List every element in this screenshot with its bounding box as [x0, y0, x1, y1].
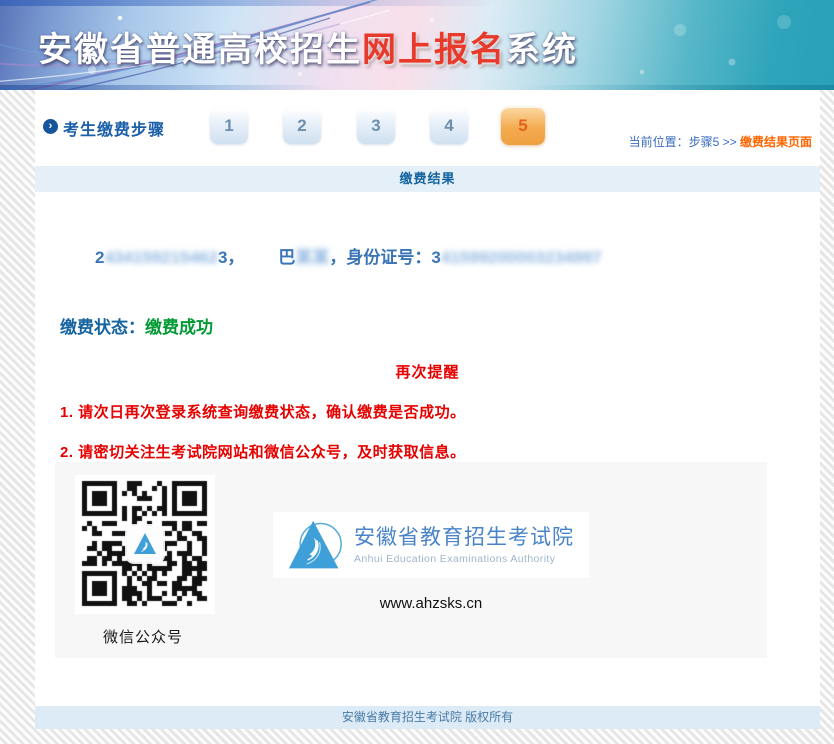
banner: 安徽省普通高校招生网上报名系统 — [0, 0, 834, 90]
payment-status-line: 缴费状态：缴费成功 — [60, 313, 213, 338]
wechat-qr-box — [75, 475, 215, 614]
step-indicator-3: 3 — [357, 108, 395, 144]
page-title-part2: 系统 — [506, 31, 578, 69]
reminder-item-1: 1. 请次日再次登录系统查询缴费状态，确认缴费是否成功。 — [60, 401, 466, 422]
page-title: 安徽省普通高校招生网上报名系统 — [38, 22, 578, 71]
step-indicator-1: 1 — [210, 108, 248, 144]
candidate-name-redacted: 某某 — [295, 248, 329, 267]
breadcrumb-prefix: 当前位置：步骤5 >> — [629, 135, 737, 149]
section-title-payment-result: 缴费结果 — [35, 166, 820, 192]
reminder-item-2: 2. 请密切关注生考试院网站和微信公众号，及时获取信息。 — [60, 441, 466, 462]
page-title-highlight: 网上报名 — [362, 31, 506, 69]
organization-name-en: Anhui Education Examinations Authority — [354, 553, 574, 565]
id-number-visible: 3 — [431, 248, 440, 267]
organization-logo-box: 安徽省教育招生考试院 Anhui Education Examinations … — [273, 512, 589, 578]
reminder-title: 再次提醒 — [35, 361, 820, 382]
steps-label: 考生缴费步骤 — [63, 116, 165, 140]
id-number-redacted: 41599200003234997 — [441, 248, 602, 267]
main-content: › 考生缴费步骤 1 2 3 4 5 当前位置：步骤5 >> 缴费结果页面 缴费… — [35, 90, 820, 729]
registration-number-tail: 3， — [218, 248, 244, 267]
payment-status-value: 缴费成功 — [145, 318, 213, 337]
id-number-label: ，身份证号： — [329, 248, 431, 267]
footer-copyright: 安徽省教育招生考试院 版权所有 — [35, 706, 820, 729]
step-indicator-5-active: 5 — [501, 107, 545, 145]
organization-name-cn: 安徽省教育招生考试院 — [354, 526, 574, 550]
arrow-bullet-icon: › — [43, 119, 58, 134]
payment-status-label: 缴费状态： — [60, 318, 145, 337]
step-indicator-2: 2 — [283, 108, 321, 144]
payment-steps-bar: › 考生缴费步骤 1 2 3 4 5 当前位置：步骤5 >> 缴费结果页面 — [35, 90, 820, 160]
candidate-info-line: 24341592154623，巴某某，身份证号：3415992000032349… — [95, 243, 602, 268]
aeea-logo-icon — [288, 515, 344, 575]
qr-caption: 微信公众号 — [103, 626, 183, 647]
page-title-part1: 安徽省普通高校招生 — [38, 31, 362, 69]
promo-panel: 微信公众号 安徽省教育招生考试院 Anhui Education Examina… — [55, 462, 767, 658]
candidate-name-visible: 巴 — [278, 248, 295, 267]
breadcrumb: 当前位置：步骤5 >> 缴费结果页面 — [629, 133, 812, 150]
website-url: www.ahzsks.cn — [273, 595, 589, 612]
organization-name: 安徽省教育招生考试院 Anhui Education Examinations … — [354, 526, 574, 565]
registration-number-redacted: 434159215462 — [104, 248, 217, 267]
step-indicator-4: 4 — [430, 108, 468, 144]
breadcrumb-current-page: 缴费结果页面 — [740, 135, 812, 149]
qr-center-logo-icon — [127, 526, 163, 562]
